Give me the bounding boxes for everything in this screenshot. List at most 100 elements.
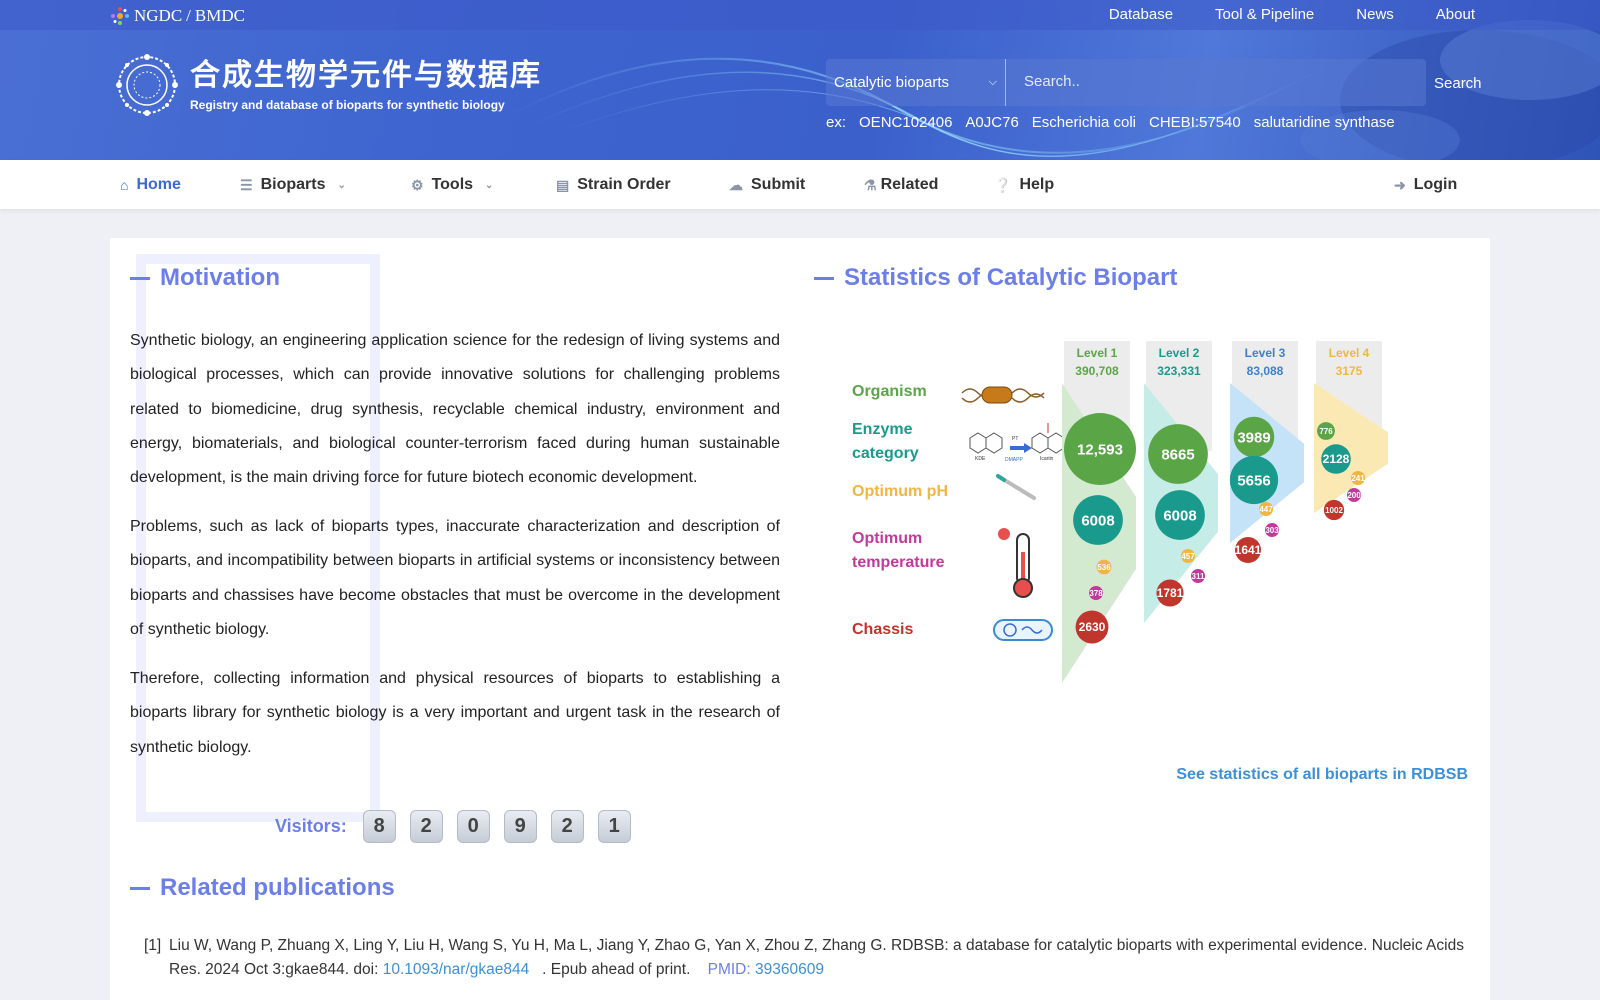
search-bar: Catalytic bioparts ⌵ Search.. [826, 59, 1426, 106]
search-button[interactable]: Search [1434, 75, 1482, 92]
level-total: 3175 [1336, 364, 1363, 378]
search-input[interactable]: Search.. [1006, 59, 1426, 106]
main-nav: ⌂ Home ☰ Bioparts ⌄ ⚙ Tools ⌄ ▤ Strain O… [0, 160, 1600, 209]
nav-home-label: Home [136, 176, 181, 193]
nav-related[interactable]: ⚗ Related [864, 176, 938, 194]
stat-bubble-value: 3989 [1237, 429, 1270, 446]
motivation-paragraph: Problems, such as lack of bioparts types… [130, 518, 780, 638]
level-total: 83,088 [1247, 364, 1284, 378]
brand-ngdc: NGDC [134, 6, 183, 25]
topnav-tool-pipeline[interactable]: Tool & Pipeline [1215, 6, 1314, 23]
stat-bubble-value: 457 [1181, 552, 1195, 561]
publications-title-text: Related publications [160, 874, 395, 901]
motivation-title-text: Motivation [160, 264, 280, 291]
level-total: 323,331 [1157, 364, 1201, 378]
example-link[interactable]: A0JC76 [965, 114, 1018, 131]
thermometer-icon [998, 528, 1033, 598]
stat-bubble-value: 378 [1089, 589, 1103, 598]
visitors-label: Visitors: [275, 816, 347, 836]
title-bar-decoration [130, 276, 150, 280]
visitor-digit: 8 [362, 810, 396, 843]
enzyme-icon-label: DMAPP [1005, 457, 1023, 463]
sliders-icon: ☰ [240, 176, 253, 193]
nav-help[interactable]: ❔ Help [994, 176, 1054, 194]
ngdc-brand[interactable]: NGDC / BMDC [110, 6, 245, 26]
nav-submit-label: Submit [751, 176, 806, 193]
stats-infographic: Organism Enzyme category Optimum pH Opti… [852, 338, 1412, 698]
stat-bubble-value: 200 [1347, 491, 1361, 500]
stats-title: Statistics of Catalytic Biopart [814, 264, 1177, 292]
nav-home[interactable]: ⌂ Home [120, 176, 181, 194]
nav-submit[interactable]: ☁ Submit [729, 176, 805, 194]
stat-bubble-value: 536 [1097, 563, 1111, 572]
example-link[interactable]: OENC102406 [859, 114, 952, 131]
stat-bubble-value: 1002 [1325, 506, 1343, 515]
stat-bubble-value: 6008 [1163, 507, 1196, 524]
publication-pmid-label: PMID: [707, 961, 751, 978]
publication-number: [1] [144, 937, 162, 954]
visitor-digit: 9 [503, 810, 537, 843]
ngdc-logo-icon [111, 7, 129, 25]
stat-bubble-value: 12,593 [1077, 441, 1123, 458]
organism-icon [961, 386, 1045, 404]
stat-bubble-value: 447 [1259, 505, 1273, 514]
nav-bioparts[interactable]: ☰ Bioparts ⌄ [240, 176, 346, 194]
publication-item: [1] Liu W, Wang P, Zhuang X, Ling Y, Liu… [144, 934, 1474, 982]
visitor-digit: 2 [409, 810, 443, 843]
example-link[interactable]: CHEBI:57540 [1149, 114, 1241, 131]
gear-icon: ⚙ [411, 176, 424, 193]
brand-separator: / [186, 6, 191, 25]
chassis-icon [993, 619, 1053, 641]
enzyme-icon-label: Icariin [1040, 456, 1054, 462]
topnav-news[interactable]: News [1356, 6, 1394, 23]
nav-strain-order[interactable]: ▤ Strain Order [556, 176, 671, 194]
publications-title: Related publications [130, 874, 395, 902]
site-logo[interactable]: 合成生物学元件与数据库 Registry and database of bio… [114, 52, 542, 118]
ph-strip-icon [996, 474, 1036, 500]
stat-bubble-value: 2128 [1323, 452, 1350, 466]
search-type-value: Catalytic bioparts [834, 74, 950, 91]
header-banner: NGDC / BMDC Database Tool & Pipeline New… [0, 0, 1600, 160]
clipboard-icon: ▤ [556, 176, 570, 193]
example-link[interactable]: salutaridine synthase [1254, 114, 1395, 131]
level-column: Level 3 83,088 3989 5656 447 3031641 [1229, 341, 1304, 563]
search-type-select[interactable]: Catalytic bioparts ⌵ [826, 59, 1006, 106]
level-total: 390,708 [1075, 364, 1119, 378]
motivation-title: Motivation [130, 264, 280, 292]
publication-pmid-link[interactable]: 39360609 [755, 961, 824, 978]
search-examples: ex: OENC102406 A0JC76 Escherichia coli C… [826, 114, 1395, 131]
topnav-database[interactable]: Database [1109, 6, 1173, 23]
chevron-down-icon: ⌄ [337, 179, 346, 191]
stat-bubble-value: 1641 [1235, 543, 1262, 557]
stats-title-text: Statistics of Catalytic Biopart [844, 264, 1178, 291]
title-bar-decoration [814, 276, 834, 280]
publication-doi-link[interactable]: 10.1093/nar/gkae844 [383, 961, 530, 978]
home-icon: ⌂ [120, 177, 129, 193]
nav-login[interactable]: ➜ Login [1394, 176, 1457, 194]
title-bar-decoration [130, 886, 150, 890]
nav-strain-order-label: Strain Order [577, 176, 671, 193]
login-icon: ➜ [1394, 176, 1406, 193]
see-all-stats-link[interactable]: See statistics of all bioparts in RDBSB [1176, 766, 1468, 784]
stat-bubble-value: 776 [1319, 427, 1333, 436]
chevron-down-icon: ⌄ [485, 179, 494, 191]
examples-label: ex: [826, 114, 847, 131]
nav-bioparts-label: Bioparts [260, 176, 326, 193]
stat-bubble-value: 311 [1192, 572, 1205, 581]
example-link[interactable]: Escherichia coli [1032, 114, 1136, 131]
site-title-cn: 合成生物学元件与数据库 [190, 59, 542, 92]
level-name: Level 4 [1329, 346, 1370, 360]
nav-tools[interactable]: ⚙ Tools ⌄ [411, 176, 493, 194]
stat-bubble-value: 8665 [1161, 446, 1194, 463]
stat-bubble-value: 2630 [1079, 620, 1106, 634]
content-card: Motivation Synthetic biology, an enginee… [110, 238, 1490, 1000]
topnav-about[interactable]: About [1436, 6, 1475, 23]
visitor-counter: Visitors: 8 2 0 9 2 1 [275, 810, 631, 843]
stat-bubble-value: 303 [1265, 526, 1279, 535]
stat-bubble-value: 1781 [1157, 586, 1184, 600]
question-icon: ❔ [994, 176, 1012, 193]
stats-svg: KDE PT DMAPP Icariin Level 1 390,708 12,59… [961, 341, 1388, 683]
nav-login-label: Login [1413, 176, 1458, 193]
brand-bmdc: BMDC [194, 6, 245, 25]
site-subtitle-en: Registry and database of bioparts for sy… [190, 98, 505, 112]
